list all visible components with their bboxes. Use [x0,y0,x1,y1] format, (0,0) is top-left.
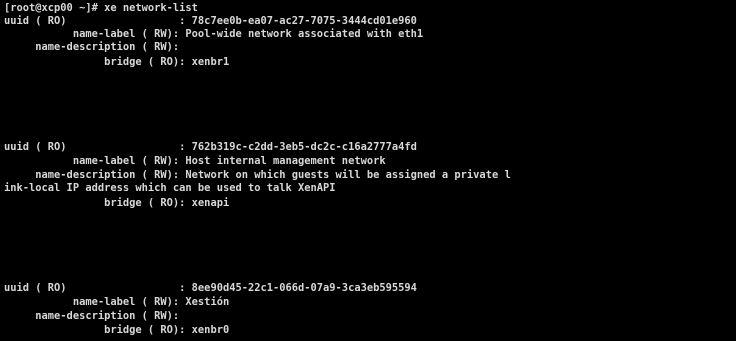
terminal-line: name-label ( RW): Host internal manageme… [4,155,386,167]
terminal-line: name-description ( RW): [4,41,186,53]
terminal-line: name-label ( RW): Xestión [4,296,230,308]
terminal-line: bridge ( RO): xenbr0 [4,324,230,336]
terminal-line: uuid ( RO) : 762b319c-c2dd-3eb5-dc2c-c16… [4,141,417,153]
terminal-line-prompt: [root@xcp00 ~]# xe network-list [4,2,198,14]
terminal-line: name-description ( RW): [4,310,186,322]
terminal-line: name-label ( RW): Pool-wide network asso… [4,28,424,40]
terminal-line: bridge ( RO): xenapi [4,197,230,209]
terminal-line: name-description ( RW): Network on which… [4,169,511,181]
terminal-line: ink-local IP address which can be used t… [4,182,336,194]
terminal-line: uuid ( RO) : 78c7ee0b-ea07-ac27-7075-344… [4,15,417,27]
terminal-line: uuid ( RO) : 8ee90d45-22c1-066d-07a9-3ca… [4,282,417,294]
terminal-line: bridge ( RO): xenbr1 [4,56,230,68]
terminal-window[interactable]: [root@xcp00 ~]# xe network-list uuid ( R… [0,0,742,341]
